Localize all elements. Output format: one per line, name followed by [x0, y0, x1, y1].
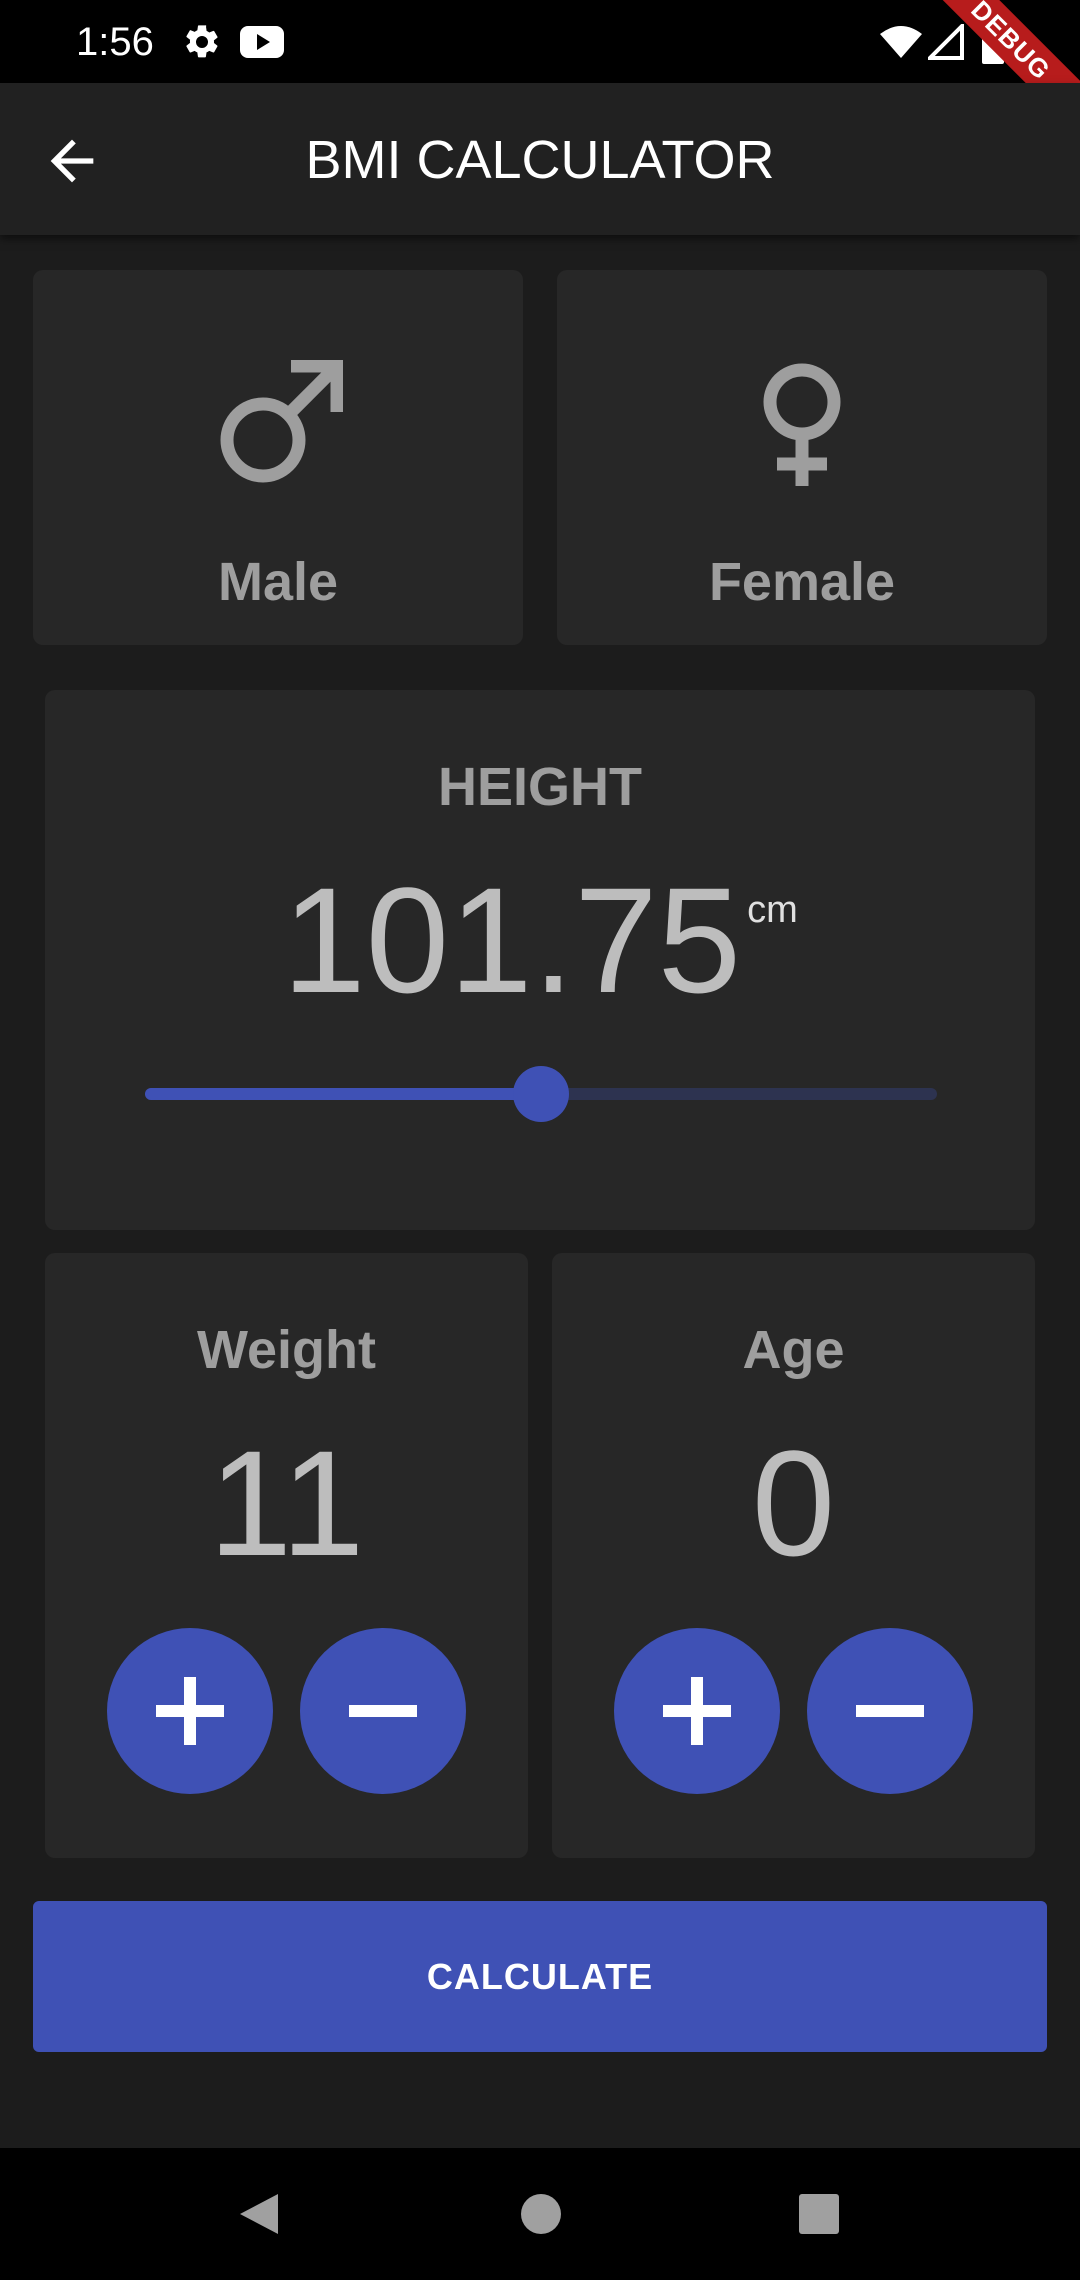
plus-icon [663, 1677, 731, 1745]
status-bar: 1:56 DEBUG [0, 0, 1080, 150]
slider-thumb[interactable] [513, 1066, 569, 1122]
youtube-icon [240, 24, 284, 65]
weight-decrement-button[interactable] [300, 1628, 466, 1794]
weight-card: Weight 11 [45, 1253, 528, 1858]
signal-icon [925, 21, 964, 65]
minus-icon [856, 1705, 924, 1717]
status-time: 1:56 [76, 20, 154, 64]
page-title: BMI CALCULATOR [305, 130, 775, 190]
main-content: Male Female HEIGHT 101.75 cm Weight 11 A… [0, 235, 1080, 2148]
age-decrement-button[interactable] [807, 1628, 973, 1794]
height-card: HEIGHT 101.75 cm [45, 690, 1035, 1230]
male-icon [213, 359, 344, 495]
weight-increment-button[interactable] [107, 1628, 273, 1794]
height-value: 101.75 [282, 856, 742, 1024]
home-circle-icon[interactable] [518, 2190, 564, 2243]
weight-label: Weight [197, 1320, 376, 1380]
slider-active-track [145, 1088, 541, 1100]
female-card[interactable]: Female [557, 270, 1047, 645]
female-icon [747, 360, 857, 495]
weight-value: 11 [208, 1419, 365, 1587]
age-increment-button[interactable] [614, 1628, 780, 1794]
app-bar: BMI CALCULATOR [0, 83, 1080, 235]
age-card: Age 0 [552, 1253, 1035, 1858]
plus-icon [156, 1677, 224, 1745]
settings-icon [182, 22, 222, 67]
back-triangle-icon[interactable] [236, 2190, 282, 2243]
height-label: HEIGHT [437, 757, 642, 817]
age-label: Age [742, 1320, 845, 1380]
age-value: 0 [751, 1419, 836, 1587]
height-unit: cm [747, 889, 798, 931]
wifi-icon [880, 24, 922, 65]
male-card[interactable]: Male [33, 270, 523, 645]
height-slider[interactable] [145, 1066, 937, 1122]
male-label: Male [217, 552, 339, 612]
calculate-button[interactable]: CALCULATE [33, 1901, 1047, 2052]
system-nav-bar [0, 2148, 1080, 2280]
recents-square-icon[interactable] [796, 2190, 842, 2243]
female-label: Female [708, 552, 896, 612]
height-readout: 101.75 cm [45, 860, 1035, 1020]
minus-icon [349, 1705, 417, 1717]
